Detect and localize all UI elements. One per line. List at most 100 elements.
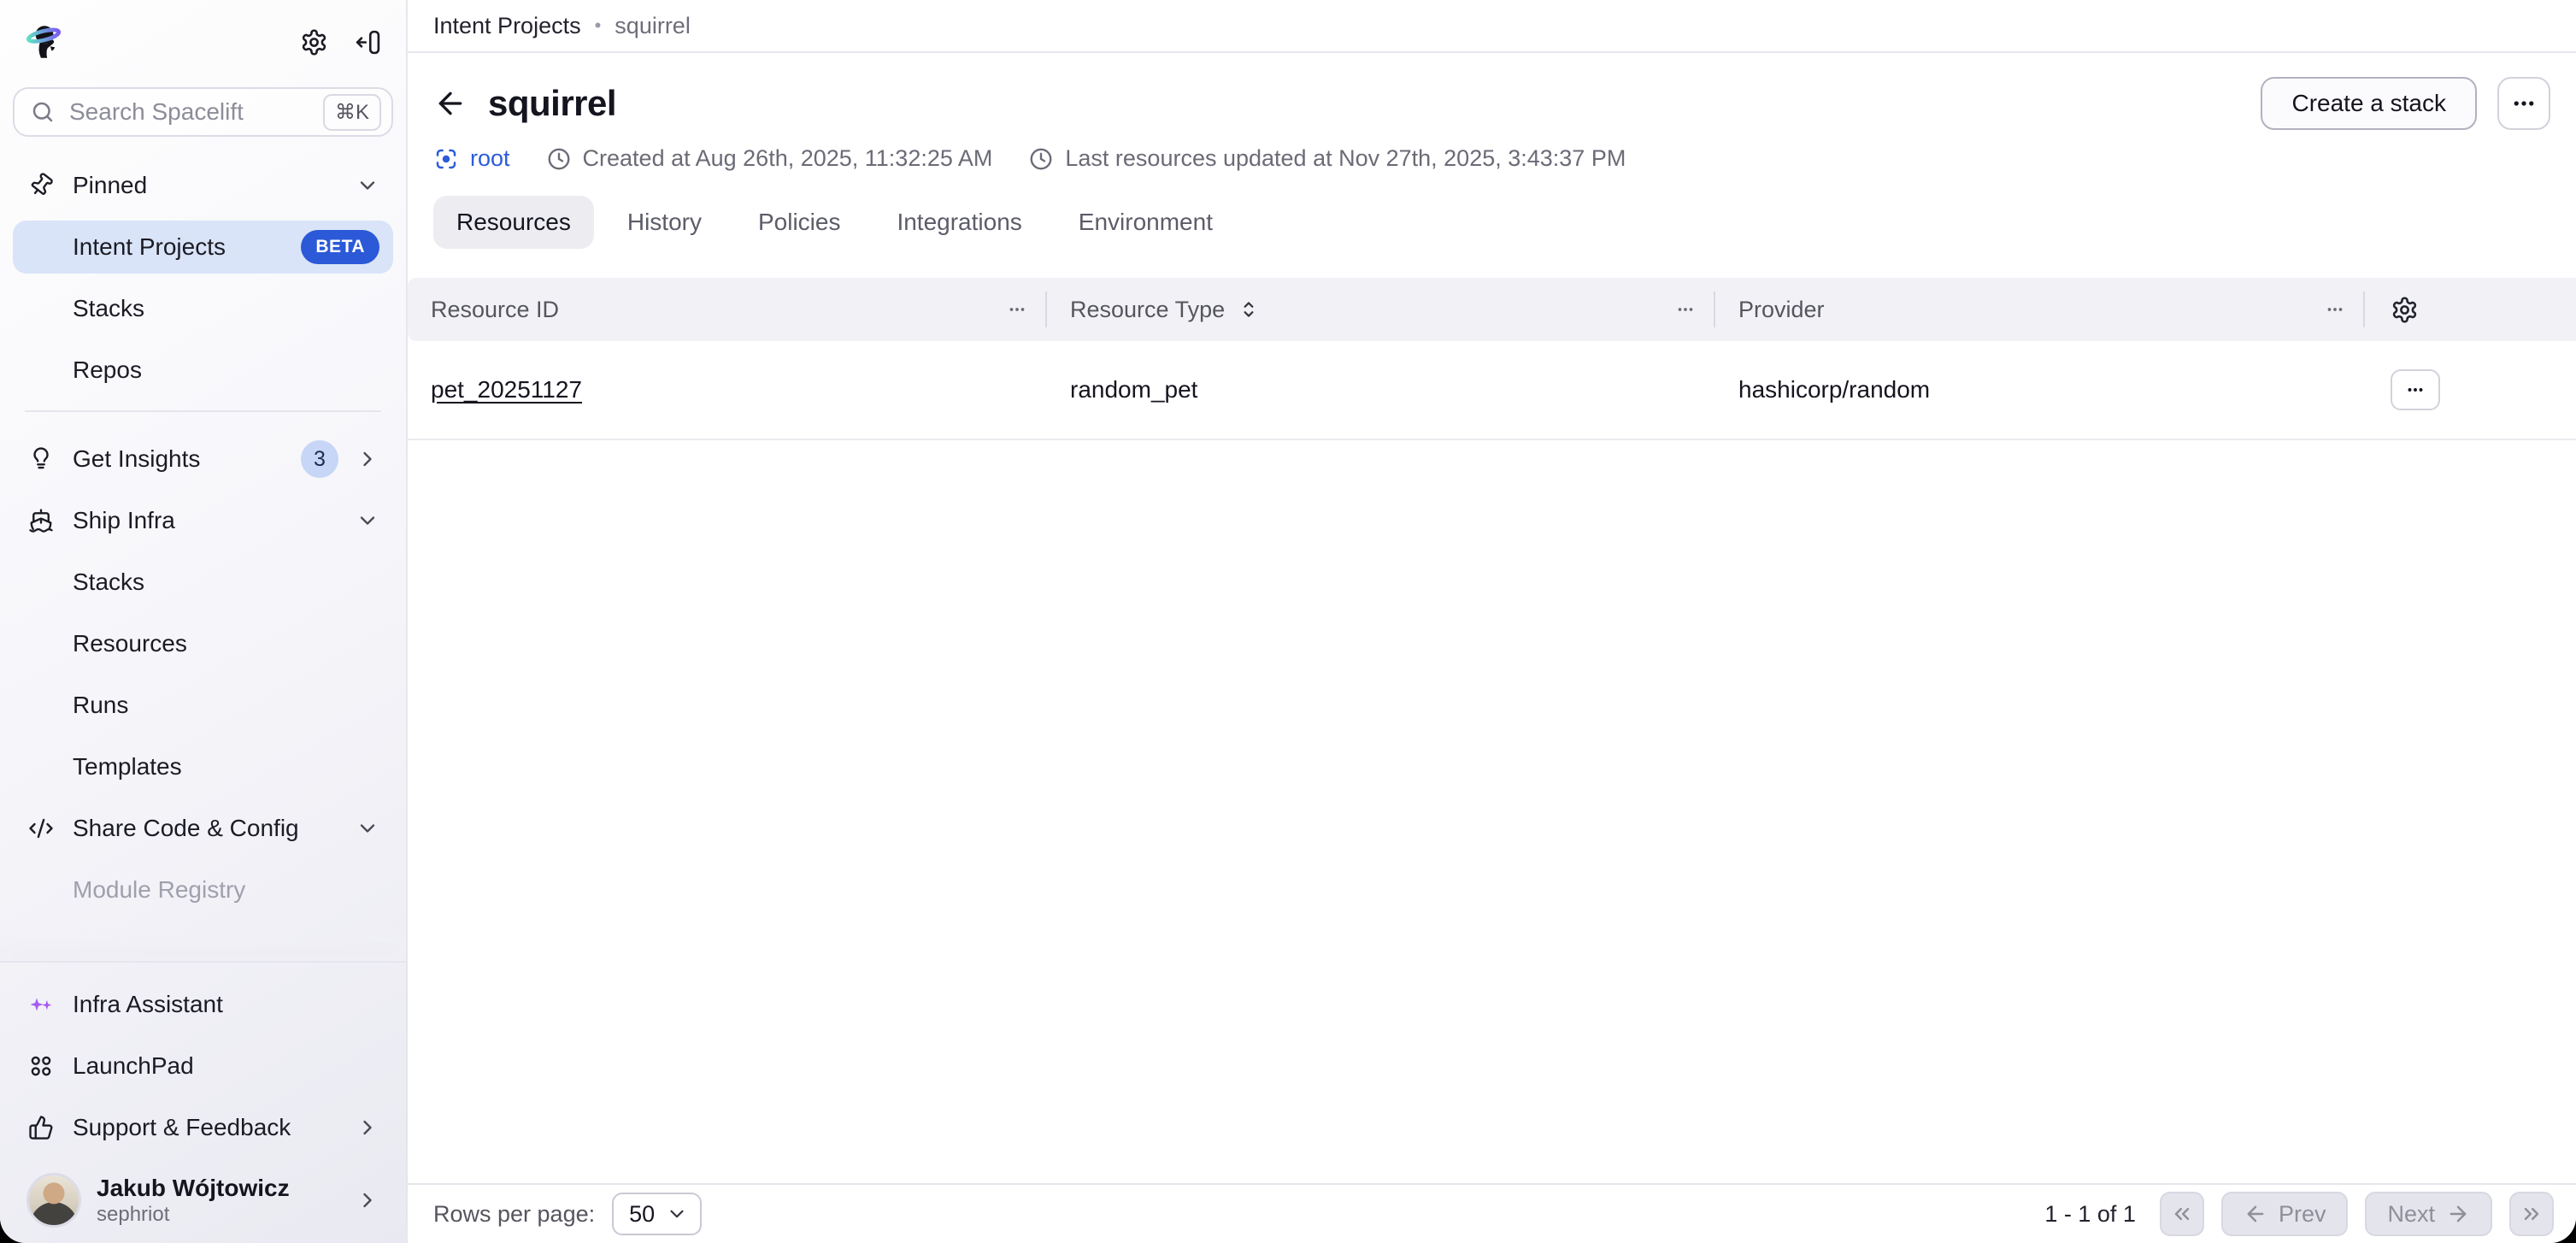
prev-page-button[interactable]: Prev: [2221, 1192, 2349, 1236]
tab-policies[interactable]: Policies: [735, 196, 863, 249]
sidebar: ⌘K Pinned Intent Projects: [0, 0, 408, 1243]
breadcrumb-parent[interactable]: Intent Projects: [433, 13, 581, 39]
avatar: [26, 1173, 81, 1228]
page-header: squirrel Create a stack: [408, 53, 2576, 249]
ship-icon: [26, 508, 56, 533]
pagination-range: 1 - 1 of 1: [2044, 1201, 2136, 1228]
resource-id-link[interactable]: pet_20251127: [431, 376, 582, 403]
pin-icon: [26, 173, 56, 198]
chevrons-right-icon: [2520, 1202, 2544, 1226]
sort-icon[interactable]: [1238, 298, 1260, 321]
chevron-down-icon: [666, 1203, 688, 1225]
create-stack-button[interactable]: Create a stack: [2261, 77, 2477, 130]
search-shortcut-badge: ⌘K: [323, 94, 381, 131]
launchpad-grid-icon: [26, 1053, 56, 1079]
chevrons-left-icon: [2170, 1202, 2194, 1226]
table-row: pet_20251127 random_pet hashicorp/random: [408, 341, 2576, 440]
chevron-down-icon: [356, 816, 379, 840]
chevron-right-icon: [356, 1116, 379, 1140]
chevron-right-icon: [356, 1188, 379, 1212]
sidebar-nav: Pinned Intent Projects BETA Stacks Repos: [0, 145, 406, 961]
sparkles-icon: [26, 992, 56, 1017]
page-title: squirrel: [488, 83, 616, 124]
resources-table: Resource ID Resource Type: [408, 278, 2576, 440]
arrow-right-icon: [2446, 1202, 2470, 1226]
tab-environment[interactable]: Environment: [1056, 196, 1236, 249]
next-page-button[interactable]: Next: [2365, 1192, 2492, 1236]
search-input[interactable]: [69, 98, 309, 126]
chevron-down-icon: [356, 174, 379, 197]
page-kebab-menu-button[interactable]: [2497, 77, 2550, 130]
sidebar-item-module-registry[interactable]: Module Registry: [13, 863, 393, 916]
meta-row: root Created at Aug 26th, 2025, 11:32:25…: [433, 145, 2550, 172]
table-settings-gear-icon[interactable]: [2391, 296, 2419, 324]
settings-gear-icon[interactable]: [300, 28, 328, 56]
table-header: Resource ID Resource Type: [408, 278, 2576, 341]
sidebar-item-launchpad[interactable]: LaunchPad: [13, 1040, 393, 1093]
sidebar-item-infra-assistant[interactable]: Infra Assistant: [13, 978, 393, 1031]
sidebar-divider: [25, 410, 381, 412]
resource-type-cell: random_pet: [1047, 376, 1715, 404]
created-at: Created at Aug 26th, 2025, 11:32:25 AM: [546, 145, 993, 172]
arrow-left-icon: [2244, 1202, 2267, 1226]
sidebar-section-pinned[interactable]: Pinned: [13, 159, 393, 212]
empty-space: [408, 440, 2576, 1183]
column-menu-icon[interactable]: [1006, 298, 1028, 321]
space-icon: [433, 146, 459, 172]
sidebar-item-get-insights[interactable]: Get Insights 3: [13, 433, 393, 486]
sidebar-item-pinned-stacks[interactable]: Stacks: [13, 282, 393, 335]
section-label: Pinned: [73, 172, 338, 199]
sidebar-item-pinned-repos[interactable]: Repos: [13, 344, 393, 397]
sidebar-section-ship-infra[interactable]: Ship Infra: [13, 494, 393, 547]
column-menu-icon[interactable]: [1674, 298, 1697, 321]
sidebar-item-templates[interactable]: Templates: [13, 740, 393, 793]
user-menu[interactable]: Jakub Wójtowicz sephriot: [13, 1164, 393, 1233]
column-header-resource-id: Resource ID: [408, 278, 1047, 341]
sidebar-section-share-code[interactable]: Share Code & Config: [13, 802, 393, 855]
app-window: ⌘K Pinned Intent Projects: [0, 0, 2576, 1243]
breadcrumb-current: squirrel: [615, 13, 691, 39]
code-icon: [26, 816, 56, 841]
user-handle: sephriot: [97, 1203, 340, 1227]
sidebar-bottom: Infra Assistant LaunchPad: [0, 961, 406, 1243]
sidebar-item-support-feedback[interactable]: Support & Feedback: [13, 1101, 393, 1154]
pagination-footer: Rows per page: 50 1 - 1 of 1: [408, 1183, 2576, 1243]
sidebar-item-runs[interactable]: Runs: [13, 679, 393, 732]
tab-integrations[interactable]: Integrations: [873, 196, 1044, 249]
tab-bar: Resources History Policies Integrations …: [433, 196, 2550, 249]
spacelift-logo[interactable]: [22, 21, 65, 63]
column-header-resource-type: Resource Type: [1047, 278, 1715, 341]
tab-history[interactable]: History: [604, 196, 725, 249]
space-link[interactable]: root: [433, 145, 510, 172]
chevron-right-icon: [356, 447, 379, 471]
page-content: squirrel Create a stack: [408, 53, 2576, 1243]
collapse-sidebar-icon[interactable]: [354, 28, 382, 56]
main-area: Intent Projects • squirrel squirrel Crea…: [408, 0, 2576, 1243]
first-page-button[interactable]: [2160, 1192, 2204, 1236]
lightbulb-icon: [26, 446, 56, 472]
beta-badge: BETA: [301, 230, 379, 264]
search-icon: [30, 99, 56, 125]
sidebar-item-stacks[interactable]: Stacks: [13, 556, 393, 609]
sidebar-item-resources[interactable]: Resources: [13, 617, 393, 670]
breadcrumb: Intent Projects • squirrel: [408, 0, 2576, 53]
insights-count-badge: 3: [301, 440, 338, 478]
column-menu-icon[interactable]: [2324, 298, 2346, 321]
clock-icon: [1028, 146, 1054, 172]
back-arrow-button[interactable]: [433, 86, 468, 121]
last-updated-at: Last resources updated at Nov 27th, 2025…: [1028, 145, 1626, 172]
last-page-button[interactable]: [2509, 1192, 2554, 1236]
row-kebab-menu-button[interactable]: [2391, 369, 2440, 410]
breadcrumb-separator: •: [595, 15, 602, 37]
thumbs-up-icon: [26, 1115, 56, 1140]
column-header-settings: [2365, 278, 2576, 341]
user-name: Jakub Wójtowicz: [97, 1174, 340, 1203]
sidebar-header: [0, 0, 406, 70]
tab-resources[interactable]: Resources: [433, 196, 594, 249]
sidebar-item-intent-projects[interactable]: Intent Projects BETA: [13, 221, 393, 274]
rows-per-page-label: Rows per page:: [433, 1201, 595, 1228]
search-box: ⌘K: [13, 87, 393, 137]
rows-per-page-select[interactable]: 50: [612, 1193, 702, 1235]
chevron-down-icon: [356, 509, 379, 533]
column-header-provider: Provider: [1715, 278, 2365, 341]
